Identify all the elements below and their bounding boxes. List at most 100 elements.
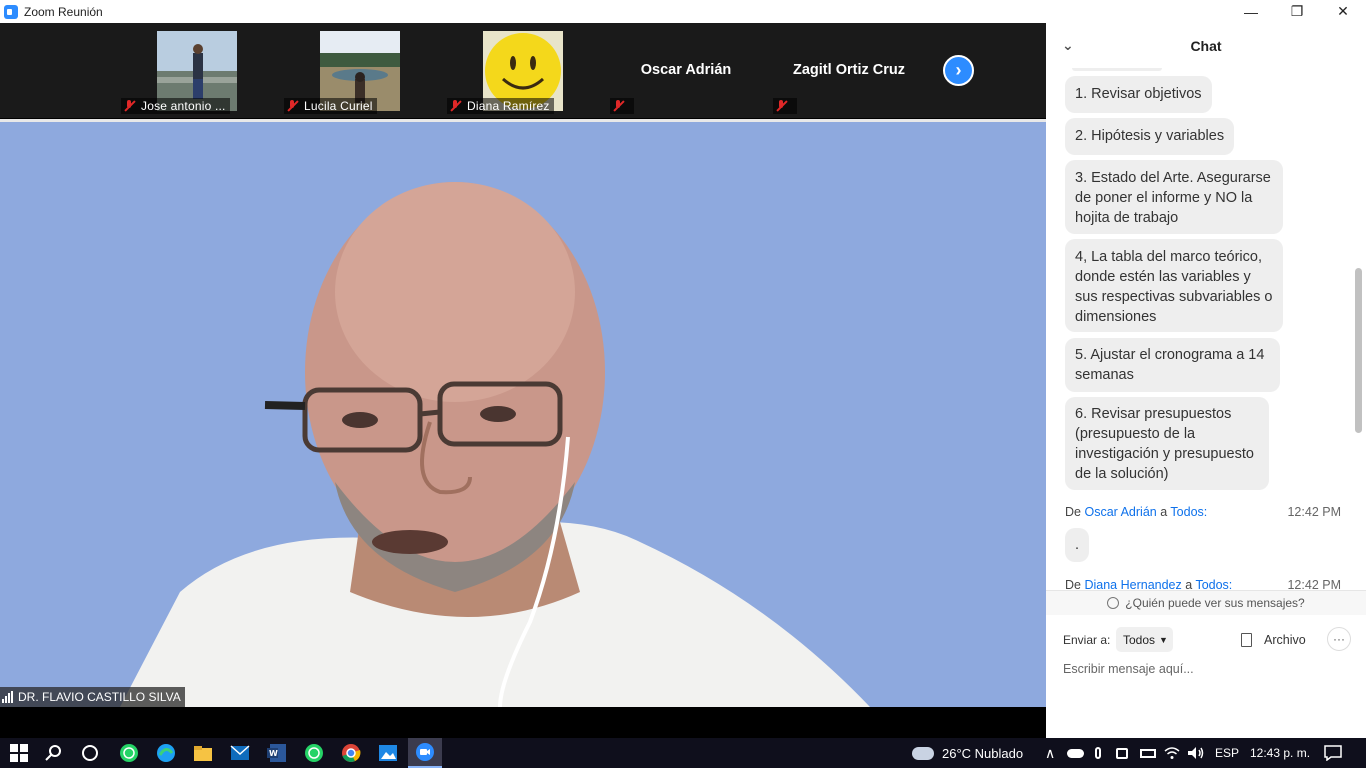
participant-tile[interactable]: Zagitl Ortiz Cruz	[769, 30, 929, 118]
title-bar: Zoom Reunión — ❐ ✕	[0, 0, 1366, 23]
windows-taskbar: W 26°C Nublado ∧ ESP 12:43 p. m.	[0, 738, 1366, 768]
whatsapp-icon[interactable]	[117, 741, 141, 765]
message-meta: De Oscar Adrián a Todos: 12:42 PM	[1065, 505, 1341, 519]
meeting-controls-area	[0, 707, 1046, 738]
chat-panel: ⌄ Chat 1. Revisar objetivos 2. Hipótesis…	[1046, 23, 1366, 738]
message-bubble: 6. Revisar presupuestos (presupuesto de …	[1065, 397, 1269, 490]
chat-title: Chat	[1190, 37, 1222, 54]
chat-message-input[interactable]	[1063, 659, 1353, 679]
mic-muted-icon	[612, 100, 624, 112]
chevron-down-icon[interactable]: ⌄	[1062, 37, 1074, 54]
participant-tile[interactable]: Diana Ramírez	[443, 30, 603, 118]
to-label: a	[1160, 505, 1168, 519]
participant-caption: Jose antonio ...	[121, 98, 230, 114]
notifications-icon[interactable]	[1324, 738, 1342, 768]
message-time: 12:42 PM	[1287, 578, 1341, 590]
mail-icon[interactable]	[228, 741, 252, 765]
participant-name: Diana Ramírez	[467, 99, 550, 113]
mic-muted-icon	[775, 100, 787, 112]
participant-tile[interactable]: Oscar Adrián	[606, 30, 766, 118]
taskbar-clock[interactable]: 12:43 p. m.	[1250, 738, 1310, 768]
weather-widget[interactable]: 26°C Nublado	[912, 738, 1023, 768]
message-bubble: 4, La tabla del marco teórico, donde est…	[1065, 239, 1283, 332]
cortana-icon[interactable]	[78, 741, 102, 765]
chat-header: ⌄ Chat	[1046, 23, 1366, 68]
send-to-dropdown[interactable]: Todos ▼	[1116, 627, 1173, 652]
zoom-taskbar-icon[interactable]	[408, 738, 442, 768]
message-meta: De Diana Hernandez a Todos: 12:42 PM	[1065, 578, 1341, 590]
photos-icon[interactable]	[376, 741, 400, 765]
mic-muted-icon	[449, 100, 461, 112]
speaker-name-label: DR. FLAVIO CASTILLO SILVA	[0, 687, 185, 707]
recipient-name[interactable]: Todos:	[1170, 505, 1207, 519]
send-to-label: Enviar a:	[1063, 633, 1111, 647]
message-bubble: 2. Hipótesis y variables	[1065, 118, 1235, 155]
from-label: De	[1065, 505, 1081, 519]
message-bubble: 1. Revisar objetivos	[1065, 76, 1212, 113]
participant-tile[interactable]: Lucila Curiel	[280, 30, 440, 118]
chevron-down-icon: ▼	[1159, 634, 1168, 645]
participant-name: Lucila Curiel	[304, 99, 373, 113]
svg-text:W: W	[269, 749, 278, 758]
zoom-window: Zoom Reunión — ❐ ✕ Jose antonio ... Luci…	[0, 0, 1366, 768]
participant-strip: Jose antonio ... Lucila Curiel Diana Ram…	[0, 23, 1046, 118]
onedrive-icon[interactable]	[1067, 738, 1084, 768]
whatsapp-icon[interactable]	[302, 741, 326, 765]
show-hidden-icons-chevron-icon[interactable]: ∧	[1045, 738, 1055, 768]
participant-caption: Lucila Curiel	[284, 98, 377, 114]
edge-icon[interactable]	[154, 741, 178, 765]
window-controls: — ❐ ✕	[1228, 0, 1366, 23]
participant-caption	[773, 98, 797, 114]
chevron-right-icon: ›	[955, 60, 962, 80]
volume-icon[interactable]	[1187, 738, 1205, 768]
input-language[interactable]: ESP	[1215, 738, 1239, 768]
chrome-icon[interactable]	[339, 741, 363, 765]
message-bubble: .	[1065, 528, 1090, 562]
camera-icon[interactable]	[1116, 738, 1128, 768]
sender-name[interactable]: Oscar Adrián	[1084, 505, 1156, 519]
participant-tile[interactable]: Jose antonio ...	[117, 30, 277, 118]
mic-muted-icon	[286, 100, 298, 112]
mic-muted-icon	[123, 100, 135, 112]
active-speaker-video: DR. FLAVIO CASTILLO SILVA	[0, 119, 1046, 707]
send-options-row: Enviar a: Todos ▼ Archivo ···	[1046, 627, 1366, 653]
more-options-button[interactable]: ···	[1327, 627, 1351, 651]
close-button[interactable]: ✕	[1320, 0, 1366, 23]
search-icon[interactable]	[42, 741, 66, 765]
zoom-app-icon	[4, 4, 18, 19]
message-time: 12:42 PM	[1287, 505, 1341, 519]
cloud-icon	[912, 746, 934, 760]
word-icon[interactable]: W	[265, 741, 289, 765]
chat-message-list[interactable]: 1. Revisar objetivos 2. Hipótesis y vari…	[1046, 68, 1366, 590]
who-can-see-link[interactable]: ¿Quién puede ver sus mensajes?	[1046, 590, 1366, 615]
file-explorer-icon[interactable]	[191, 741, 215, 765]
from-label: De	[1065, 578, 1081, 590]
file-icon	[1241, 632, 1252, 647]
speaker-name: DR. FLAVIO CASTILLO SILVA	[18, 690, 181, 704]
next-page-button[interactable]: ›	[943, 55, 974, 86]
minimize-button[interactable]: —	[1228, 0, 1274, 23]
restore-button[interactable]: ❐	[1274, 0, 1320, 23]
who-can-see-text: ¿Quién puede ver sus mensajes?	[1125, 596, 1305, 610]
chat-scrollbar[interactable]	[1355, 70, 1362, 590]
send-to-value: Todos	[1123, 632, 1156, 647]
microphone-icon[interactable]	[1095, 738, 1101, 768]
person-icon	[1107, 597, 1120, 609]
scrollbar-thumb[interactable]	[1355, 268, 1362, 433]
message-bubble: 5. Ajustar el cronograma a 14 semanas	[1065, 338, 1280, 392]
participant-name: Jose antonio ...	[141, 99, 226, 113]
windows-start-icon[interactable]	[7, 741, 31, 765]
wifi-icon[interactable]	[1164, 738, 1180, 768]
participant-caption	[610, 98, 634, 114]
recipient-name[interactable]: Todos:	[1195, 578, 1232, 590]
sender-name[interactable]: Diana Hernandez	[1084, 578, 1181, 590]
battery-icon[interactable]	[1140, 738, 1156, 768]
weather-text: 26°C Nublado	[942, 745, 1024, 761]
to-label: a	[1185, 578, 1193, 590]
connection-signal-icon	[2, 691, 13, 703]
window-title: Zoom Reunión	[24, 4, 103, 19]
file-button[interactable]: Archivo	[1241, 627, 1306, 652]
participant-caption: Diana Ramírez	[447, 98, 554, 114]
speaker-video-frame	[0, 122, 1046, 707]
file-label: Archivo	[1264, 632, 1306, 647]
